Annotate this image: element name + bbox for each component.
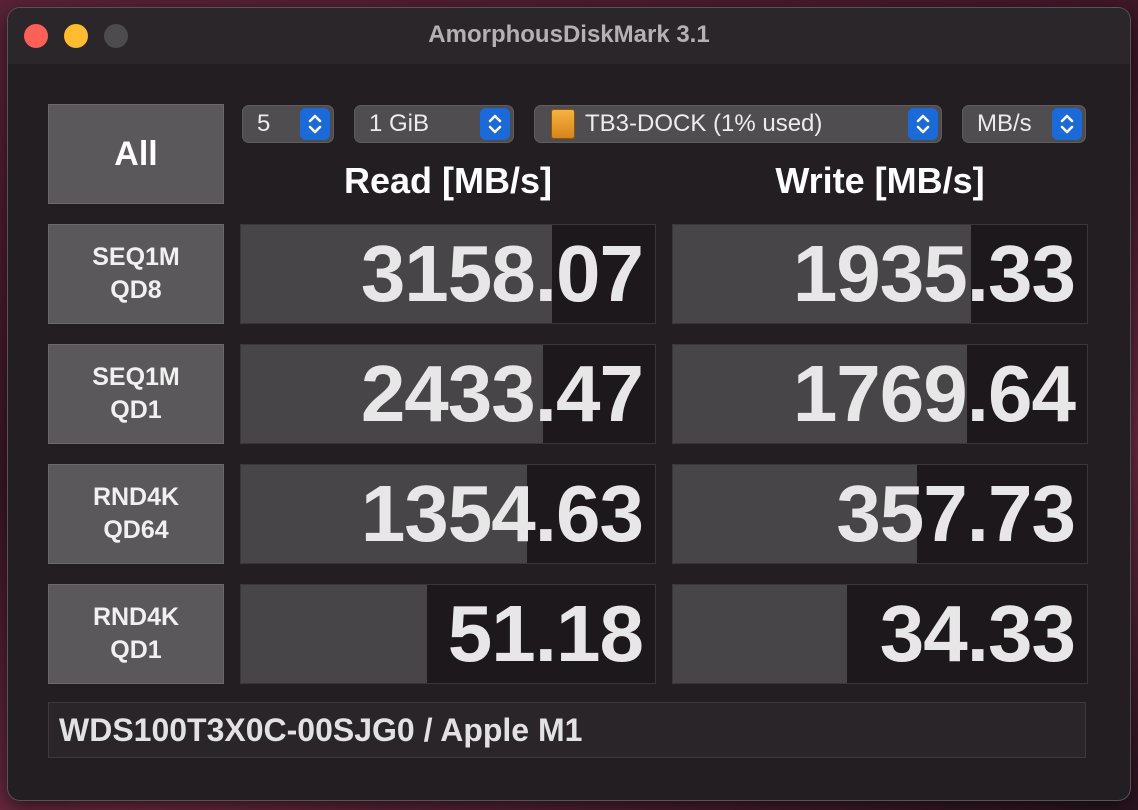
read-column-header: Read [MB/s] <box>343 160 553 201</box>
test-name-label: SEQ1M <box>92 243 180 271</box>
run-all-button[interactable]: All <box>48 104 224 204</box>
unit-select[interactable]: MB/s <box>962 105 1086 143</box>
write-result-cell: 1769.64 <box>672 344 1088 444</box>
write-result-cell: 1935.33 <box>672 224 1088 324</box>
test-name-label: RND4K <box>92 603 180 631</box>
test-rnd4k-qd64-button[interactable]: RND4K QD64 <box>48 464 224 564</box>
write-result-value: 1935.33 <box>792 229 1076 318</box>
title-bar: AmorphousDiskMark 3.1 <box>8 8 1130 64</box>
write-result-cell: 357.73 <box>672 464 1088 564</box>
read-progress-bar <box>241 585 428 683</box>
write-result-cell: 34.33 <box>672 584 1088 684</box>
chevron-updown-icon <box>480 108 510 140</box>
test-seq1m-qd8-button[interactable]: SEQ1M QD8 <box>48 224 224 324</box>
read-result-cell: 2433.47 <box>240 344 656 444</box>
test-size-select[interactable]: 1 GiB <box>354 105 514 143</box>
test-count-select[interactable]: 5 <box>242 105 334 143</box>
unit-value: MB/s <box>977 110 1032 137</box>
read-result-cell: 3158.07 <box>240 224 656 324</box>
test-name-label: RND4K <box>92 483 180 511</box>
read-result-value: 3158.07 <box>360 229 644 318</box>
app-window: AmorphousDiskMark 3.1 All 5 1 GiB TB3-DO… <box>8 8 1130 800</box>
test-rnd4k-qd1-button[interactable]: RND4K QD1 <box>48 584 224 684</box>
test-count-value: 5 <box>257 110 271 137</box>
read-result-cell: 51.18 <box>240 584 656 684</box>
window-title: AmorphousDiskMark 3.1 <box>428 21 710 48</box>
queue-depth-label: QD1 <box>110 636 162 664</box>
test-size-value: 1 GiB <box>369 110 430 137</box>
queue-depth-label: QD1 <box>110 396 162 424</box>
write-result-value: 34.33 <box>879 589 1076 678</box>
write-progress-bar <box>673 585 847 683</box>
chevron-updown-icon <box>1052 108 1082 140</box>
target-disk-select[interactable]: TB3-DOCK (1% used) <box>534 105 942 143</box>
chevron-updown-icon <box>908 108 938 140</box>
target-disk-value: TB3-DOCK (1% used) <box>585 110 823 137</box>
read-result-value: 2433.47 <box>360 349 644 438</box>
queue-depth-label: QD64 <box>103 516 169 544</box>
write-column-header: Write [MB/s] <box>775 160 985 201</box>
test-name-label: SEQ1M <box>92 363 180 391</box>
chevron-updown-icon <box>300 108 330 140</box>
external-disk-icon <box>551 109 575 139</box>
test-seq1m-qd1-button[interactable]: SEQ1M QD1 <box>48 344 224 444</box>
queue-depth-label: QD8 <box>110 276 162 304</box>
read-result-cell: 1354.63 <box>240 464 656 564</box>
write-result-value: 357.73 <box>836 469 1076 558</box>
read-result-value: 1354.63 <box>360 469 644 558</box>
write-result-value: 1769.64 <box>792 349 1076 438</box>
read-result-value: 51.18 <box>447 589 644 678</box>
device-info-field[interactable]: WDS100T3X0C-00SJG0 / Apple M1 <box>48 702 1086 758</box>
